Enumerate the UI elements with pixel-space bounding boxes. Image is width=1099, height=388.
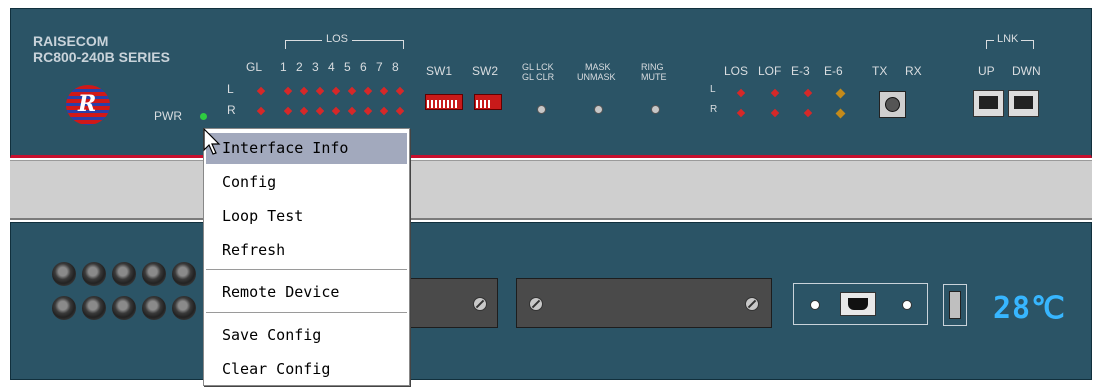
coax-connector: [112, 296, 136, 320]
mask-unmask-button[interactable]: [594, 105, 603, 114]
coax-connector: [172, 262, 196, 286]
unmask-label: UNMASK: [577, 72, 616, 82]
tx-label: TX: [872, 64, 888, 78]
power-inlet-plate: [793, 283, 928, 325]
optical-port[interactable]: [879, 91, 906, 118]
coax-connector: [112, 262, 136, 286]
rj45-dwn-port[interactable]: [1008, 90, 1039, 117]
device-front-panel-top: [10, 8, 1092, 158]
pwr-led[interactable]: [200, 113, 207, 120]
screw-icon: [745, 297, 759, 311]
ring-label: RING: [641, 62, 664, 72]
status-row-r: R: [710, 104, 718, 115]
raisecom-logo: R: [66, 85, 110, 125]
power-switch[interactable]: [943, 284, 967, 326]
menu-item-remote-device[interactable]: Remote Device: [206, 277, 407, 308]
menu-item-interface-info[interactable]: Interface Info: [206, 133, 407, 164]
up-label: UP: [978, 64, 995, 78]
status-header-lof: LOF: [758, 64, 782, 78]
coax-connector: [82, 262, 106, 286]
status-row-l: L: [710, 84, 716, 95]
mute-label: MUTE: [641, 72, 667, 82]
lnk-label: LNK: [994, 33, 1022, 45]
coax-connector: [142, 262, 166, 286]
menu-item-config[interactable]: Config: [206, 167, 407, 198]
screw-icon: [529, 297, 543, 311]
row-label-l: L: [227, 82, 234, 96]
sw1-dip-switch[interactable]: [425, 94, 463, 110]
sw1-label: SW1: [426, 64, 453, 78]
menu-item-clear-config[interactable]: Clear Config: [206, 354, 407, 385]
brand-name: RAISECOM: [33, 33, 109, 49]
menu-item-refresh[interactable]: Refresh: [206, 235, 407, 266]
gl-clr-label: GL CLR: [522, 72, 555, 82]
screw-icon: [473, 297, 487, 311]
gl-lck-label: GL LCK: [522, 62, 554, 72]
menu-separator: [206, 312, 407, 314]
rj45-up-port[interactable]: [973, 90, 1004, 117]
coax-connector: [52, 296, 76, 320]
chassis-rail: [10, 160, 1092, 220]
menu-item-save-config[interactable]: Save Config: [206, 320, 407, 351]
power-socket-icon[interactable]: [840, 292, 876, 316]
gl-lck-clr-button[interactable]: [537, 105, 546, 114]
temperature-display: 28℃: [993, 291, 1066, 326]
menu-separator: [206, 269, 407, 271]
coax-connector: [172, 296, 196, 320]
rx-label: RX: [905, 64, 922, 78]
sw2-dip-switch[interactable]: [474, 94, 502, 110]
mask-label: MASK: [585, 62, 611, 72]
ring-mute-button[interactable]: [651, 105, 660, 114]
mount-hole: [810, 300, 820, 310]
card-slot-2[interactable]: [516, 278, 772, 328]
mount-hole: [902, 300, 912, 310]
status-header-e3: E-3: [791, 64, 810, 78]
sw2-label: SW2: [472, 64, 499, 78]
dwn-label: DWN: [1012, 64, 1041, 78]
port-number-row: 1 2 3 4 5 6 7 8: [280, 60, 399, 74]
coax-connector: [82, 296, 106, 320]
row-label-r: R: [227, 103, 236, 117]
los-group-label: LOS: [322, 33, 353, 45]
status-header-los: LOS: [724, 64, 749, 78]
coax-connector: [52, 262, 76, 286]
status-header-e6: E-6: [824, 64, 843, 78]
pwr-label: PWR: [154, 109, 182, 123]
context-menu: Interface Info Config Loop Test Refresh …: [203, 128, 410, 386]
coax-connector: [142, 296, 166, 320]
model-name: RC800-240B SERIES: [33, 49, 170, 65]
mouse-pointer-icon: [203, 128, 221, 155]
menu-item-loop-test[interactable]: Loop Test: [206, 201, 407, 232]
gl-header: GL: [246, 60, 263, 74]
